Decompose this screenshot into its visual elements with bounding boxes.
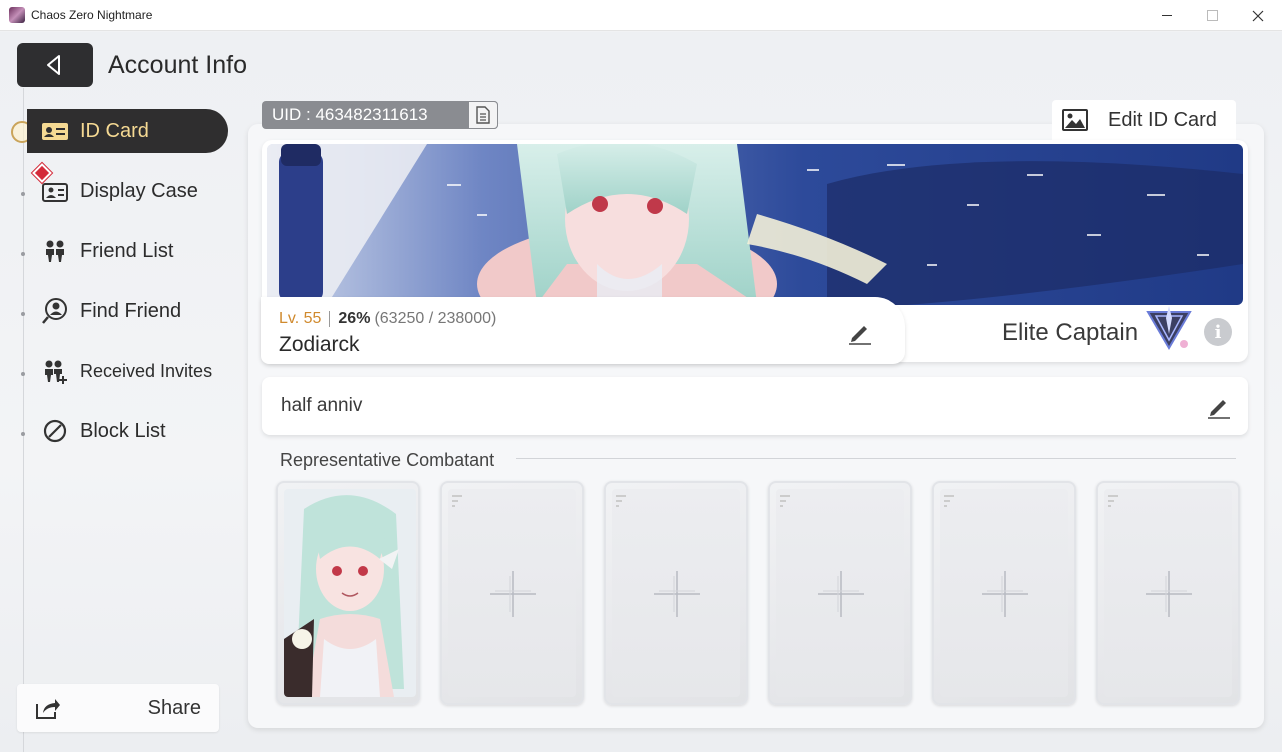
maximize-button[interactable]: [1189, 0, 1235, 31]
app-content: Account Info ID Card Display Case Friend…: [0, 32, 1282, 752]
find-friend-icon: [39, 297, 71, 325]
copy-uid-button[interactable]: [468, 101, 498, 129]
nav-bullet: [21, 192, 25, 196]
add-combatant-icon: [490, 571, 536, 617]
combatant-portrait: [284, 489, 416, 697]
sidebar-item-friend-list[interactable]: Friend List: [27, 229, 228, 273]
back-arrow-icon: [47, 55, 60, 75]
level-label: Lv. 55: [279, 310, 322, 327]
combatant-slot-4[interactable]: [768, 481, 912, 705]
sidebar-item-label: Friend List: [80, 239, 174, 262]
slot-tag-icon: [780, 495, 790, 507]
page-title: Account Info: [108, 51, 247, 79]
edit-id-card-button[interactable]: Edit ID Card: [1052, 100, 1236, 140]
sidebar-item-label: Display Case: [80, 179, 198, 202]
sidebar-item-display-case[interactable]: Display Case: [27, 169, 228, 213]
slot-tag-icon: [944, 495, 954, 507]
window-title: Chaos Zero Nightmare: [31, 8, 153, 22]
close-button[interactable]: [1235, 0, 1281, 31]
image-icon: [1062, 109, 1088, 131]
sidebar-item-block-list[interactable]: Block List: [27, 409, 228, 453]
share-label: Share: [147, 696, 201, 719]
player-name-plate: Lv. 55 26% (63250 / 238000) Zodiarck: [261, 297, 905, 364]
exp-percent: 26%: [338, 310, 371, 327]
motto-text: half anniv: [281, 395, 363, 416]
id-card-icon: [39, 117, 71, 145]
rank-title: Elite Captain: [1002, 319, 1139, 346]
edit-motto-pencil-icon[interactable]: [1206, 393, 1232, 419]
add-combatant-icon: [818, 571, 864, 617]
sidebar-item-label: Received Invites: [80, 360, 213, 381]
sidebar-item-label: Block List: [80, 419, 166, 442]
display-case-icon: [39, 177, 71, 205]
combatant-slot-3[interactable]: [604, 481, 748, 705]
motto-field: half anniv: [262, 377, 1248, 435]
uid-text: UID : 463482311613: [272, 105, 428, 124]
sidebar-divider: [23, 88, 24, 752]
level-separator: [329, 311, 331, 327]
nav-bullet: [21, 312, 25, 316]
app-icon: [9, 7, 25, 23]
combatant-slot-2[interactable]: [440, 481, 584, 705]
slot-tag-icon: [452, 495, 462, 507]
rank-info-button[interactable]: i: [1204, 318, 1232, 346]
sidebar-item-label: ID Card: [80, 119, 149, 142]
add-combatant-icon: [982, 571, 1028, 617]
nav-bullet: [21, 372, 25, 376]
back-button[interactable]: [17, 43, 93, 87]
edit-name-pencil-icon[interactable]: [847, 319, 873, 345]
friends-icon: [39, 237, 71, 265]
slot-tag-icon: [1108, 495, 1118, 507]
sidebar-item-find-friend[interactable]: Find Friend: [27, 289, 228, 333]
section-divider: [516, 458, 1236, 459]
rank-emblem-icon: [1146, 306, 1192, 350]
nav-bullet: [21, 432, 25, 436]
representative-combatant-title: Representative Combatant: [280, 450, 495, 470]
share-button[interactable]: Share: [17, 684, 219, 732]
sidebar-item-received-invites[interactable]: Received Invites: [27, 349, 228, 393]
level-row: Lv. 55 26% (63250 / 238000): [279, 310, 496, 328]
add-combatant-icon: [654, 571, 700, 617]
combatant-slot-5[interactable]: [932, 481, 1076, 705]
slot-tag-icon: [616, 495, 626, 507]
uid-field: UID : 463482311613: [262, 101, 498, 129]
combatant-slot-6[interactable]: [1096, 481, 1240, 705]
combatant-slot-1[interactable]: [276, 481, 420, 705]
edit-id-card-label: Edit ID Card: [1108, 108, 1217, 131]
add-combatant-icon: [1146, 571, 1192, 617]
exp-detail: (63250 / 238000): [374, 310, 497, 327]
player-name: Zodiarck: [279, 333, 360, 356]
block-icon: [39, 417, 71, 445]
close-icon: [1252, 10, 1264, 21]
share-icon: [36, 699, 60, 719]
received-invites-icon: [39, 357, 71, 385]
window-titlebar: Chaos Zero Nightmare: [0, 0, 1282, 31]
banner-artwork: [267, 144, 1243, 305]
sidebar-item-id-card[interactable]: ID Card: [27, 109, 228, 153]
sidebar-item-label: Find Friend: [80, 299, 182, 322]
copy-icon: [476, 106, 490, 124]
minimize-button[interactable]: [1144, 0, 1190, 31]
nav-bullet: [21, 252, 25, 256]
info-icon: i: [1214, 321, 1222, 343]
